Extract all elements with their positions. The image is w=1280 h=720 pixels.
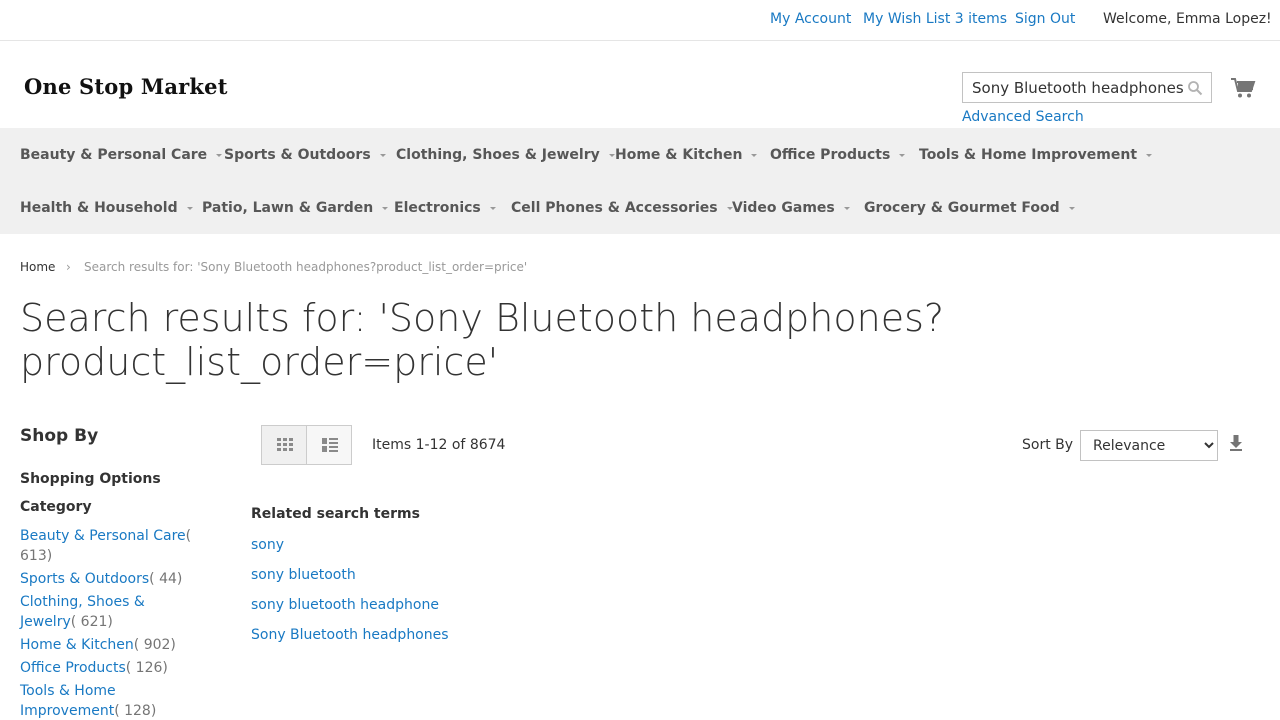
category-filter-item[interactable]: Clothing, Shoes & Jewelry( 621) xyxy=(20,592,200,632)
nav-item-grocery[interactable]: Grocery & Gourmet Food xyxy=(864,200,1075,216)
search-icon[interactable] xyxy=(1187,80,1203,96)
chevron-down-icon xyxy=(899,154,906,157)
category-filter-item[interactable]: Home & Kitchen( 902) xyxy=(20,635,200,655)
grid-view-button[interactable] xyxy=(261,425,307,465)
chevron-down-icon xyxy=(751,154,758,157)
my-account-link[interactable]: My Account xyxy=(770,11,851,27)
shop-by-heading: Shop By xyxy=(20,426,99,446)
nav-label: Electronics xyxy=(394,200,481,216)
nav-item-clothing[interactable]: Clothing, Shoes & Jewelry xyxy=(396,147,615,163)
nav-label: Cell Phones & Accessories xyxy=(511,200,718,216)
nav-item-patio[interactable]: Patio, Lawn & Garden xyxy=(202,200,389,216)
items-range: 1-12 xyxy=(415,437,448,453)
sort-by-select[interactable]: Relevance xyxy=(1080,430,1218,461)
nav-label: Video Games xyxy=(732,200,835,216)
nav-label: Clothing, Shoes & Jewelry xyxy=(396,147,600,163)
category-filter-item[interactable]: Tools & Home Improvement( 128) xyxy=(20,681,200,720)
list-icon xyxy=(322,438,338,452)
wish-list-label: My Wish List xyxy=(863,11,951,27)
nav-label: Patio, Lawn & Garden xyxy=(202,200,374,216)
search-input[interactable] xyxy=(963,73,1183,102)
category-count: ( 44) xyxy=(149,571,183,587)
related-term-link[interactable]: sony xyxy=(251,535,449,555)
breadcrumb-current: Search results for: 'Sony Bluetooth head… xyxy=(84,260,528,274)
sort-by-label: Sort By xyxy=(1022,437,1074,453)
nav-label: Sports & Outdoors xyxy=(224,147,371,163)
chevron-down-icon xyxy=(379,154,386,157)
items-total: 8674 xyxy=(469,437,506,453)
advanced-search-link[interactable]: Advanced Search xyxy=(962,109,1084,125)
page-title: Search results for: 'Sony Bluetooth head… xyxy=(20,296,945,384)
nav-item-health[interactable]: Health & Household xyxy=(20,200,193,216)
category-filter-item[interactable]: Sports & Outdoors( 44) xyxy=(20,569,200,589)
chevron-down-icon xyxy=(1068,207,1075,210)
welcome-message: Welcome, Emma Lopez! xyxy=(1103,11,1272,27)
nav-label: Home & Kitchen xyxy=(615,147,743,163)
category-name: Beauty & Personal Care xyxy=(20,528,186,544)
category-count: ( 126) xyxy=(125,660,168,676)
nav-label: Tools & Home Improvement xyxy=(919,147,1138,163)
grid-icon xyxy=(277,438,293,451)
category-name: Home & Kitchen xyxy=(20,637,134,653)
related-term-link[interactable]: sony bluetooth headphone xyxy=(251,595,449,615)
category-filter-item[interactable]: Office Products( 126) xyxy=(20,658,200,678)
related-search-terms-list: sony sony bluetooth sony bluetooth headp… xyxy=(251,535,449,655)
chevron-down-icon xyxy=(382,207,389,210)
sort-direction-arrow-icon[interactable] xyxy=(1229,435,1243,451)
category-name: Sports & Outdoors xyxy=(20,571,150,587)
main-navigation: Beauty & Personal Care Sports & Outdoors… xyxy=(0,128,1280,234)
nav-item-cell-phones[interactable]: Cell Phones & Accessories xyxy=(511,200,733,216)
breadcrumb-separator: › xyxy=(66,260,71,274)
shopping-cart-icon[interactable] xyxy=(1230,76,1256,100)
nav-item-video-games[interactable]: Video Games xyxy=(732,200,850,216)
category-count: ( 621) xyxy=(70,614,113,630)
nav-item-tools[interactable]: Tools & Home Improvement xyxy=(919,147,1153,163)
category-filter-title[interactable]: Category xyxy=(20,499,92,515)
chevron-down-icon xyxy=(608,154,615,157)
nav-item-beauty[interactable]: Beauty & Personal Care xyxy=(20,147,223,163)
nav-label: Beauty & Personal Care xyxy=(20,147,208,163)
nav-item-electronics[interactable]: Electronics xyxy=(394,200,496,216)
list-view-button[interactable] xyxy=(306,425,352,465)
category-name: Tools & Home Improvement xyxy=(20,683,116,719)
wish-list-count: 3 items xyxy=(954,11,1008,27)
nav-label: Health & Household xyxy=(20,200,178,216)
related-term-link[interactable]: Sony Bluetooth headphones xyxy=(251,625,449,645)
nav-item-office[interactable]: Office Products xyxy=(770,147,906,163)
nav-item-home-kitchen[interactable]: Home & Kitchen xyxy=(615,147,758,163)
chevron-down-icon xyxy=(489,207,496,210)
category-count: ( 902) xyxy=(133,637,176,653)
items-of: of xyxy=(451,437,466,453)
nav-item-sports[interactable]: Sports & Outdoors xyxy=(224,147,386,163)
items-prefix: Items xyxy=(372,437,412,453)
wish-list-link[interactable]: My Wish List 3 items xyxy=(863,11,1007,27)
category-name: Office Products xyxy=(20,660,126,676)
store-logo[interactable]: One Stop Market xyxy=(24,74,228,99)
chevron-down-icon xyxy=(1146,154,1153,157)
breadcrumb-home[interactable]: Home xyxy=(20,260,55,274)
search-box xyxy=(962,72,1212,103)
shopping-options-heading: Shopping Options xyxy=(20,471,161,487)
chevron-down-icon xyxy=(216,154,223,157)
related-search-terms-title: Related search terms xyxy=(251,506,420,522)
chevron-down-icon xyxy=(186,207,193,210)
nav-label: Grocery & Gourmet Food xyxy=(864,200,1060,216)
sign-out-link[interactable]: Sign Out xyxy=(1015,11,1075,27)
toolbar-amount: Items 1-12 of 8674 xyxy=(372,437,505,453)
category-count: ( 128) xyxy=(114,703,157,719)
category-filter-item[interactable]: Beauty & Personal Care( 613) xyxy=(20,526,200,566)
category-filter-list: Beauty & Personal Care( 613) Sports & Ou… xyxy=(20,526,200,720)
chevron-down-icon xyxy=(843,207,850,210)
nav-label: Office Products xyxy=(770,147,891,163)
related-term-link[interactable]: sony bluetooth xyxy=(251,565,449,585)
top-header-bar: My Account My Wish List 3 items Sign Out… xyxy=(0,0,1280,41)
